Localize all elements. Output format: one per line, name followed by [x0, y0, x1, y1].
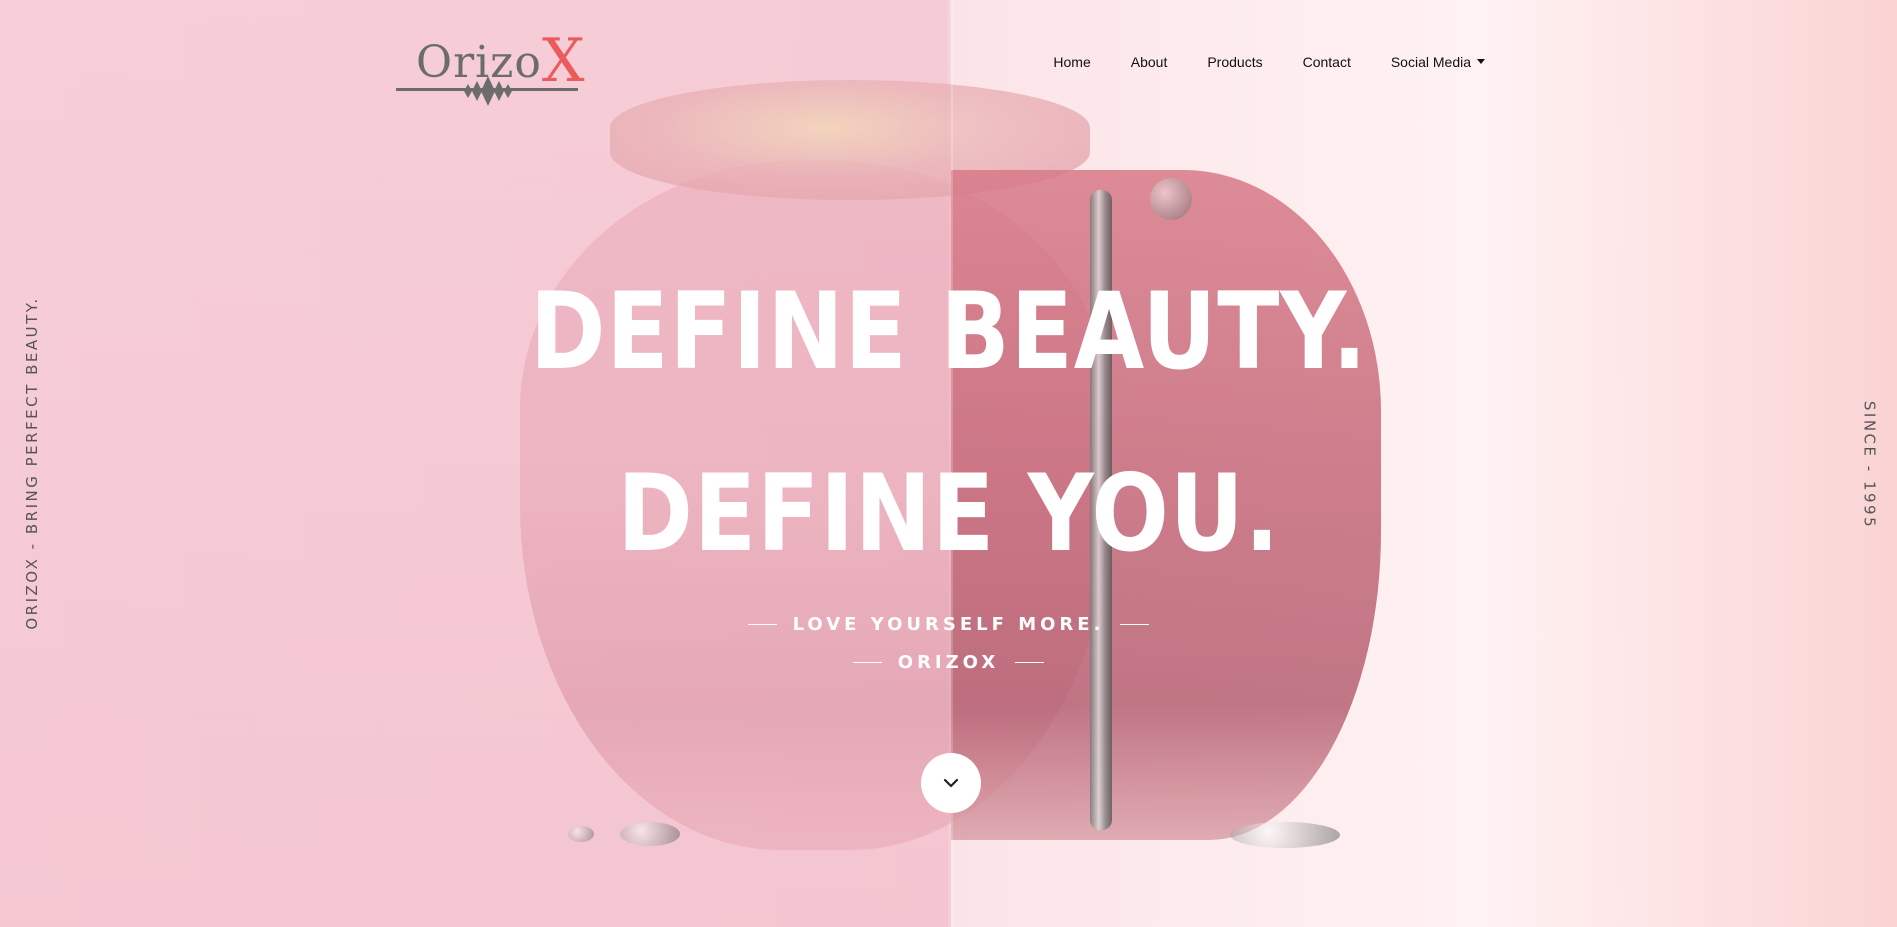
nav-about[interactable]: About [1131, 54, 1168, 70]
water-drop [568, 826, 594, 842]
hero-headline-primary: DEFINE BEAUTY. [529, 270, 1368, 393]
nav-social-media-label: Social Media [1390, 54, 1471, 70]
nav-social-media-dropdown[interactable]: Social Media [1391, 54, 1485, 70]
subtag-dash-right [1015, 662, 1045, 663]
logo-accent: X [541, 26, 586, 96]
nav-contact[interactable]: Contact [1303, 54, 1351, 70]
nav-home[interactable]: Home [1053, 54, 1090, 70]
subtag-dash-left [852, 662, 882, 663]
water-drop [1150, 178, 1192, 220]
water-drop [1230, 822, 1340, 848]
main-nav: Home About Products Contact Social Media [1053, 54, 1485, 70]
scroll-down-button[interactable] [921, 753, 981, 813]
subtag-text: ORIZOX [897, 652, 1000, 673]
caret-down-icon [1477, 58, 1485, 64]
hero-headline-secondary: DEFINE YOU. [617, 452, 1281, 575]
logo-diamond-mark [464, 76, 512, 106]
hero-subtag: ORIZOX [0, 652, 1897, 673]
side-tagline-left: ORIZOX - BRING PERFECT BEAUTY. [23, 296, 41, 630]
tagline-dash-left [747, 624, 777, 625]
tagline-dash-right [1120, 624, 1150, 625]
hero-tagline: LOVE YOURSELF MORE. [0, 614, 1897, 635]
tagline-text: LOVE YOURSELF MORE. [792, 614, 1105, 635]
chevron-down-icon [943, 778, 959, 788]
side-since-right: SINCE - 1995 [1860, 400, 1878, 530]
water-drop [620, 822, 680, 846]
nav-products[interactable]: Products [1207, 54, 1262, 70]
brand-logo[interactable]: OrizoX [396, 20, 585, 108]
